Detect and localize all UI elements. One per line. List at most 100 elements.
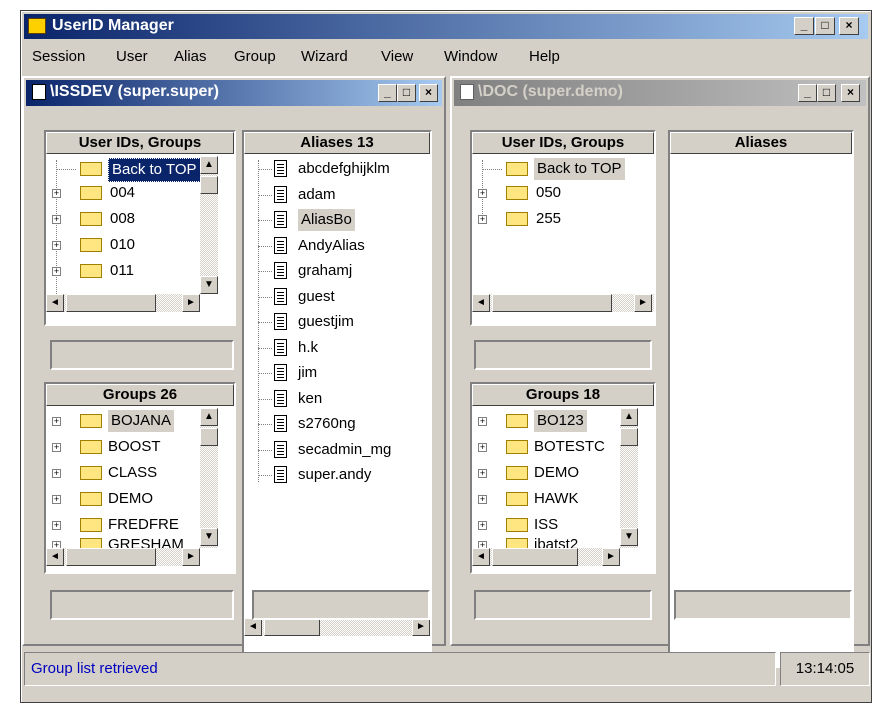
- scroll-left-button[interactable]: ◄: [472, 294, 490, 312]
- right-aliases-header[interactable]: Aliases: [670, 132, 852, 154]
- left-aliases-field[interactable]: [252, 590, 430, 620]
- scroll-up-button[interactable]: ▲: [200, 408, 218, 426]
- left-maximize-button[interactable]: □: [397, 84, 416, 102]
- folder-icon: [80, 414, 102, 428]
- minimize-button[interactable]: _: [794, 17, 814, 35]
- menu-session[interactable]: Session: [32, 48, 85, 65]
- folder-icon: [506, 414, 528, 428]
- menu-bar: Session User Alias Group Wizard View Win…: [24, 44, 868, 70]
- right-child-window: \DOC (super.demo) _ □ × User IDs, Groups…: [450, 76, 870, 668]
- horizontal-scrollbar[interactable]: ◄ ►: [46, 294, 200, 312]
- folder-icon: [80, 238, 102, 252]
- vertical-scrollbar[interactable]: ▲ ▼: [200, 408, 218, 548]
- horizontal-scrollbar[interactable]: ◄ ►: [46, 548, 200, 566]
- menu-user[interactable]: User: [116, 48, 148, 65]
- folder-icon: [506, 440, 528, 454]
- expand-icon[interactable]: +: [478, 417, 487, 426]
- scroll-thumb[interactable]: [264, 618, 320, 636]
- scroll-up-button[interactable]: ▲: [200, 156, 218, 174]
- right-userids-field[interactable]: [474, 340, 652, 370]
- left-close-button[interactable]: ×: [419, 84, 438, 102]
- folder-icon: [80, 186, 102, 200]
- right-close-button[interactable]: ×: [841, 84, 860, 102]
- expand-icon[interactable]: +: [52, 417, 61, 426]
- scroll-right-button[interactable]: ►: [602, 548, 620, 566]
- document-icon: [274, 364, 287, 381]
- vertical-scrollbar[interactable]: ▲ ▼: [200, 156, 218, 294]
- scroll-left-button[interactable]: ◄: [472, 548, 490, 566]
- scroll-right-button[interactable]: ►: [634, 294, 652, 312]
- scroll-down-button[interactable]: ▼: [200, 276, 218, 294]
- expand-icon[interactable]: +: [478, 443, 487, 452]
- menu-view[interactable]: View: [381, 48, 413, 65]
- menu-wizard[interactable]: Wizard: [301, 48, 348, 65]
- vertical-scrollbar[interactable]: ▲ ▼: [620, 408, 638, 548]
- document-icon: [274, 185, 287, 203]
- right-aliases-panel: Aliases: [668, 130, 854, 668]
- menu-help[interactable]: Help: [529, 48, 560, 65]
- right-groups-panel: Groups 18 + BO123 + BOTESTC + DEMO + HAWK + ISS + i…: [470, 382, 656, 574]
- scroll-down-button[interactable]: ▼: [620, 528, 638, 546]
- horizontal-scrollbar[interactable]: ◄ ►: [472, 294, 654, 312]
- document-icon: [274, 160, 287, 177]
- status-time: 13:14:05: [780, 652, 870, 686]
- left-groups-panel: Groups 26 + BOJANA + BOOST + CLASS + DEMO + FREDF…: [44, 382, 236, 574]
- right-groups-field[interactable]: [474, 590, 652, 620]
- scroll-up-button[interactable]: ▲: [620, 408, 638, 426]
- right-aliases-field[interactable]: [674, 590, 852, 620]
- left-userids-header[interactable]: User IDs, Groups: [46, 132, 234, 154]
- scroll-left-button[interactable]: ◄: [46, 294, 64, 312]
- title-bar[interactable]: UserID Manager _ □ ×: [24, 14, 868, 39]
- scroll-left-button[interactable]: ◄: [46, 548, 64, 566]
- document-icon: [274, 262, 287, 279]
- scroll-down-button[interactable]: ▼: [200, 528, 218, 546]
- scroll-thumb[interactable]: [620, 428, 638, 446]
- folder-icon: [80, 518, 102, 532]
- horizontal-scrollbar[interactable]: ◄ ►: [244, 618, 430, 636]
- right-userids-header[interactable]: User IDs, Groups: [472, 132, 654, 154]
- document-icon: [274, 389, 287, 407]
- menu-group[interactable]: Group: [234, 48, 276, 65]
- scroll-right-button[interactable]: ►: [182, 294, 200, 312]
- folder-icon: [506, 162, 528, 176]
- scroll-thumb[interactable]: [492, 548, 578, 566]
- scroll-thumb[interactable]: [66, 548, 156, 566]
- left-groups-header[interactable]: Groups 26: [46, 384, 234, 406]
- menu-alias[interactable]: Alias: [174, 48, 207, 65]
- expand-icon[interactable]: +: [478, 521, 487, 530]
- app-title: UserID Manager: [52, 17, 174, 34]
- menu-window[interactable]: Window: [444, 48, 497, 65]
- expand-icon[interactable]: +: [478, 495, 487, 504]
- left-userids-field[interactable]: [50, 340, 234, 370]
- scroll-thumb[interactable]: [492, 294, 612, 312]
- expand-icon[interactable]: +: [52, 469, 61, 478]
- expand-icon[interactable]: +: [52, 521, 61, 530]
- expand-icon[interactable]: +: [478, 469, 487, 478]
- scroll-right-button[interactable]: ►: [182, 548, 200, 566]
- document-icon: [274, 415, 287, 432]
- right-maximize-button[interactable]: □: [817, 84, 836, 102]
- folder-icon: [506, 212, 528, 226]
- expand-icon[interactable]: +: [52, 495, 61, 504]
- scroll-left-button[interactable]: ◄: [244, 618, 262, 636]
- document-icon: [274, 466, 287, 483]
- right-groups-header[interactable]: Groups 18: [472, 384, 654, 406]
- expand-icon[interactable]: +: [52, 443, 61, 452]
- scroll-thumb[interactable]: [200, 428, 218, 446]
- horizontal-scrollbar[interactable]: ◄ ►: [472, 548, 620, 566]
- maximize-button[interactable]: □: [815, 17, 835, 35]
- server-icon: [32, 84, 46, 100]
- document-icon: [274, 211, 287, 228]
- folder-icon: [80, 492, 102, 506]
- left-child-title-bar[interactable]: \ISSDEV (super.super) _ □ ×: [26, 80, 442, 106]
- left-groups-field[interactable]: [50, 590, 234, 620]
- scroll-thumb[interactable]: [200, 176, 218, 194]
- left-aliases-header[interactable]: Aliases 13: [244, 132, 430, 154]
- right-child-title-bar[interactable]: \DOC (super.demo) _ □ ×: [454, 80, 866, 106]
- left-minimize-button[interactable]: _: [378, 84, 397, 102]
- scroll-right-button[interactable]: ►: [412, 618, 430, 636]
- scroll-thumb[interactable]: [66, 294, 156, 312]
- right-userids-panel: User IDs, Groups Back to TOP + 050 + 255…: [470, 130, 656, 326]
- right-minimize-button[interactable]: _: [798, 84, 817, 102]
- close-button[interactable]: ×: [839, 17, 859, 35]
